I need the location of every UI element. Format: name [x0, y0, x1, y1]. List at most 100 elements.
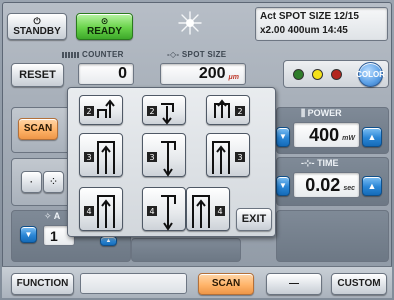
power-value: 400 [309, 124, 340, 145]
footer-scan-label: SCAN [211, 278, 241, 289]
spot-size-icon: -◇- [167, 50, 180, 59]
footer-dash-label: — [289, 278, 299, 289]
power-value-box[interactable]: 400 mW [293, 122, 360, 148]
ready-button[interactable]: ⊙ READY [76, 13, 133, 40]
chevron-up-icon: ▲ [367, 131, 377, 142]
pattern-option-8[interactable]: 4 [142, 187, 186, 231]
laser-emission-icon [178, 11, 202, 35]
pattern-option-7[interactable]: 4 [79, 187, 123, 231]
svg-text:3: 3 [86, 153, 91, 162]
counter-value: 0 [118, 65, 127, 82]
pattern-step-up-icon: 2 [84, 99, 115, 118]
aim-down-button[interactable]: ▼ [20, 226, 37, 243]
pattern-loop-up-right-icon: 4 [192, 195, 225, 228]
pattern-option-1[interactable]: 2 [79, 95, 123, 125]
time-icon: -⊹- [301, 158, 315, 168]
pattern-loop-up-icon: 4 [84, 195, 115, 228]
chevron-up-icon: ▲ [105, 238, 112, 244]
footer-scan-button[interactable]: SCAN [198, 273, 254, 295]
pattern-loop-up-right-icon: 3 [212, 141, 245, 174]
pattern-option-2[interactable]: 2 [142, 95, 186, 125]
power-unit: mW [342, 134, 355, 142]
time-label: -⊹- TIME [301, 158, 339, 168]
time-up-button[interactable]: ▲ [362, 176, 382, 196]
pattern-step-down-icon: 2 [147, 103, 174, 125]
svg-text:2: 2 [86, 107, 91, 116]
led-green [293, 69, 304, 80]
pattern-loop-down-icon: 4 [147, 195, 176, 231]
counter-value-box: 0 [78, 63, 134, 85]
spot-size-value-box[interactable]: 200 μm [160, 63, 246, 85]
time-unit: sec [343, 184, 355, 192]
svg-text:2: 2 [149, 107, 154, 116]
power-icon: ⏻ [33, 15, 41, 26]
multi-dot-button[interactable]: ⁘ [43, 171, 64, 193]
spot-size-label: -◇- SPOT SIZE [167, 50, 227, 59]
color-label: COLOR [356, 69, 385, 79]
aiming-color-panel: COLOR [283, 60, 389, 88]
spot-size-value: 200 [198, 65, 226, 82]
pattern-option-6[interactable]: 3 [206, 133, 250, 177]
chevron-down-icon: ▼ [24, 229, 33, 239]
custom-label: CUSTOM [337, 278, 381, 289]
ready-label: READY [86, 25, 122, 37]
scan-tab[interactable]: SCAN [18, 118, 58, 140]
svg-text:4: 4 [86, 207, 91, 216]
power-down-button[interactable]: ▼ [276, 127, 290, 147]
time-value-box[interactable]: 0.02 sec [293, 172, 360, 198]
aim-value: 1 [50, 227, 58, 244]
pattern-step-up-right-icon: 2 [214, 99, 245, 118]
custom-button[interactable]: CUSTOM [331, 273, 387, 295]
function-button[interactable]: FUNCTION [11, 273, 74, 295]
status-line-1: Act SPOT SIZE 12/15 [260, 11, 359, 22]
power-icon: ⫼ [301, 108, 306, 118]
counter-label: COUNTER [62, 50, 124, 59]
footer-dash-button[interactable]: — [266, 273, 322, 295]
pattern-option-3[interactable]: 2 [206, 95, 250, 125]
function-label: FUNCTION [16, 278, 69, 289]
status-display: Act SPOT SIZE 12/15 x2.00 400um 14:45 [255, 7, 388, 41]
chevron-down-icon: ▼ [279, 132, 287, 141]
single-dot-button[interactable]: · [21, 171, 42, 193]
svg-text:3: 3 [149, 153, 154, 162]
power-up-button[interactable]: ▲ [362, 127, 382, 147]
counter-icon [62, 51, 80, 58]
pattern-option-4[interactable]: 3 [79, 133, 123, 177]
led-red [331, 69, 342, 80]
center-lower-panel [131, 238, 241, 262]
pattern-loop-down-icon: 3 [147, 141, 176, 177]
reset-button[interactable]: RESET [11, 63, 64, 87]
power-label: ⫼ POWER [301, 108, 342, 118]
svg-text:4: 4 [149, 207, 154, 216]
exit-button[interactable]: EXIT [236, 208, 272, 231]
laser-control-screen: ⏻ STANDBY ⊙ READY Act SPOT SIZE 12/15 x2… [0, 0, 394, 300]
color-button[interactable]: COLOR [356, 62, 385, 87]
svg-text:2: 2 [237, 107, 242, 116]
right-lower-panel [276, 210, 389, 262]
single-dot-icon: · [30, 176, 33, 187]
aim-label: ✧ A [44, 211, 61, 221]
chevron-down-icon: ▼ [279, 181, 287, 190]
ready-icon: ⊙ [100, 15, 109, 26]
footer-bar: FUNCTION SCAN — CUSTOM [2, 266, 392, 298]
led-yellow [312, 69, 323, 80]
aim-up-button[interactable]: ▲ [100, 236, 117, 246]
exit-label: EXIT [241, 213, 267, 225]
pattern-option-9[interactable]: 4 [186, 187, 230, 231]
multi-dot-icon: ⁘ [50, 177, 57, 186]
standby-button[interactable]: ⏻ STANDBY [7, 13, 67, 40]
time-value: 0.02 [305, 174, 341, 195]
svg-text:4: 4 [217, 207, 222, 216]
svg-text:3: 3 [237, 153, 242, 162]
scan-pattern-popup: 2 2 2 3 3 3 4 4 4 EXIT [67, 87, 276, 237]
status-line-2: x2.00 400um 14:45 [260, 25, 348, 36]
spot-size-unit: μm [228, 73, 239, 81]
pattern-loop-up-icon: 3 [84, 141, 115, 174]
chevron-up-icon: ▲ [367, 180, 377, 191]
footer-blank-slot [80, 273, 187, 294]
time-down-button[interactable]: ▼ [276, 176, 290, 196]
reset-label: RESET [19, 68, 56, 81]
pattern-option-5[interactable]: 3 [142, 133, 186, 177]
standby-label: STANDBY [13, 25, 61, 37]
scan-tab-label: SCAN [23, 123, 53, 134]
